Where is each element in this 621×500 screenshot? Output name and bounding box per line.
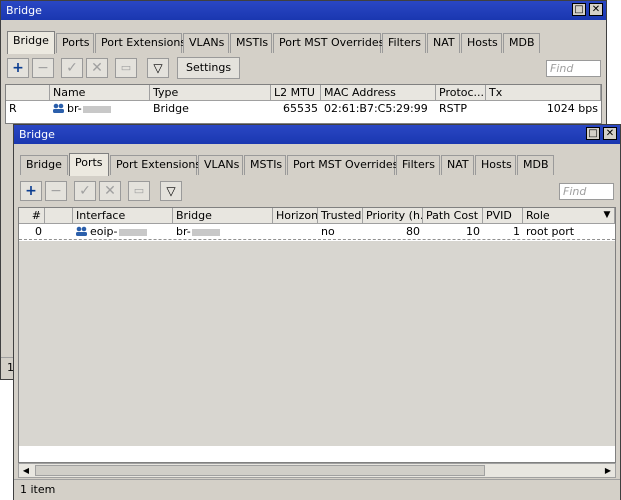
remove-button[interactable]: −	[32, 58, 54, 78]
tab-mdb[interactable]: MDB	[517, 155, 554, 175]
column-header-pvid[interactable]: PVID	[483, 208, 523, 224]
tab-mstis[interactable]: MSTIs	[230, 33, 272, 53]
row-trusted: no	[321, 225, 335, 238]
ports-window-titlebar[interactable]: Bridge □ ✕	[14, 125, 620, 144]
row-tx: 1024 bps	[546, 102, 598, 115]
add-button[interactable]: +	[7, 58, 29, 78]
row-mac: 02:61:B7:C5:29:99	[324, 102, 428, 115]
tab-ports[interactable]: Ports	[69, 153, 109, 176]
window-title: Bridge	[19, 128, 55, 141]
column-header-trusted[interactable]: Trusted	[318, 208, 363, 224]
row-pvid: 1	[513, 225, 520, 238]
tab-vlans[interactable]: VLANs	[183, 33, 229, 53]
ports-tabs: Bridge Ports Port Extensions VLANs MSTIs…	[18, 153, 618, 176]
column-header-protocol[interactable]: Protoc...	[436, 85, 486, 101]
table-empty-area	[19, 241, 615, 446]
row-l2mtu: 65535	[283, 102, 318, 115]
column-header-bridge[interactable]: Bridge	[173, 208, 273, 224]
tab-mdb[interactable]: MDB	[503, 33, 540, 53]
column-header-path-cost[interactable]: Path Cost	[423, 208, 483, 224]
enable-button[interactable]: ✓	[74, 181, 96, 201]
tab-bridge[interactable]: Bridge	[7, 31, 55, 54]
ports-table: # Interface Bridge Horizon Trusted Prior…	[18, 207, 616, 463]
scroll-right-icon[interactable]: ▶	[601, 464, 615, 477]
tab-nat[interactable]: NAT	[427, 33, 460, 53]
row-role: root port	[526, 225, 575, 238]
close-button[interactable]: ✕	[603, 127, 617, 140]
comment-button[interactable]: ▭	[115, 58, 137, 78]
tab-nat[interactable]: NAT	[441, 155, 474, 175]
horizontal-scrollbar[interactable]: ◀ ▶	[18, 463, 616, 478]
scrollbar-thumb[interactable]	[35, 465, 485, 476]
tab-port-extensions[interactable]: Port Extensions	[95, 33, 186, 53]
column-header-type[interactable]: Type	[150, 85, 271, 101]
row-bridge: br-	[173, 224, 273, 239]
remove-button[interactable]: −	[45, 181, 67, 201]
row-priority: 80	[406, 225, 420, 238]
tab-bridge[interactable]: Bridge	[20, 155, 68, 175]
ports-status-bar: 1 item	[14, 479, 620, 500]
tab-port-mst-overrides[interactable]: Port MST Overrides	[287, 155, 398, 175]
tab-vlans[interactable]: VLANs	[198, 155, 243, 175]
disable-button[interactable]: ✕	[86, 58, 108, 78]
find-input[interactable]: Find	[559, 183, 614, 200]
bridge-window-titlebar[interactable]: Bridge □ ✕	[1, 1, 606, 20]
row-number: 0	[35, 225, 42, 238]
ports-window: Bridge □ ✕ Bridge Ports Port Extensions …	[13, 124, 621, 500]
table-row[interactable]: 0 eoip- br- no 80 10 1 root port	[19, 224, 615, 239]
comment-button[interactable]: ▭	[128, 181, 150, 201]
find-input[interactable]: Find	[546, 60, 601, 77]
close-button[interactable]: ✕	[589, 3, 603, 16]
column-header-horizon[interactable]: Horizon	[273, 208, 318, 224]
row-path-cost: 10	[466, 225, 480, 238]
tab-filters[interactable]: Filters	[382, 33, 426, 53]
add-button[interactable]: +	[20, 181, 42, 201]
maximize-button[interactable]: □	[586, 127, 600, 140]
settings-button[interactable]: Settings	[177, 57, 241, 79]
bridge-tabs: Bridge Ports Port Extensions VLANs MSTIs…	[5, 31, 605, 54]
filter-button[interactable]: ▽	[147, 58, 169, 78]
disable-button[interactable]: ✕	[99, 181, 121, 201]
column-header-flag[interactable]	[6, 85, 50, 101]
bridge-table: Name Type L2 MTU MAC Address Protoc... T…	[5, 84, 602, 124]
filter-button[interactable]: ▽	[160, 181, 182, 201]
enable-button[interactable]: ✓	[61, 58, 83, 78]
row-divider	[19, 239, 615, 240]
tab-port-mst-overrides[interactable]: Port MST Overrides	[273, 33, 384, 53]
tab-hosts[interactable]: Hosts	[475, 155, 516, 175]
row-protocol: RSTP	[439, 102, 467, 115]
column-header-tx[interactable]: Tx	[486, 85, 601, 101]
column-header-number[interactable]: #	[19, 208, 45, 224]
column-header-l2mtu[interactable]: L2 MTU	[271, 85, 321, 101]
row-horizon	[273, 224, 318, 239]
row-name: br-	[50, 101, 150, 116]
bridge-icon	[53, 103, 64, 113]
port-icon	[76, 226, 87, 236]
column-header-blank[interactable]	[45, 208, 73, 224]
column-header-name[interactable]: Name	[50, 85, 150, 101]
row-type: Bridge	[153, 102, 189, 115]
column-header-mac[interactable]: MAC Address	[321, 85, 436, 101]
row-interface: eoip-	[73, 224, 173, 239]
tab-filters[interactable]: Filters	[396, 155, 440, 175]
column-chooser-icon[interactable]: ▼	[601, 208, 613, 223]
table-row[interactable]: R br- Bridge 65535 02:61:B7:C5:29:99 RST…	[6, 101, 601, 116]
window-title: Bridge	[6, 4, 42, 17]
scroll-left-icon[interactable]: ◀	[19, 464, 33, 477]
maximize-button[interactable]: □	[572, 3, 586, 16]
column-header-interface[interactable]: Interface	[73, 208, 173, 224]
tab-mstis[interactable]: MSTIs	[244, 155, 286, 175]
tab-hosts[interactable]: Hosts	[461, 33, 502, 53]
tab-ports[interactable]: Ports	[56, 33, 94, 53]
column-header-priority[interactable]: Priority (h...	[363, 208, 423, 224]
row-flag: R	[9, 102, 17, 115]
tab-port-extensions[interactable]: Port Extensions	[110, 155, 201, 175]
